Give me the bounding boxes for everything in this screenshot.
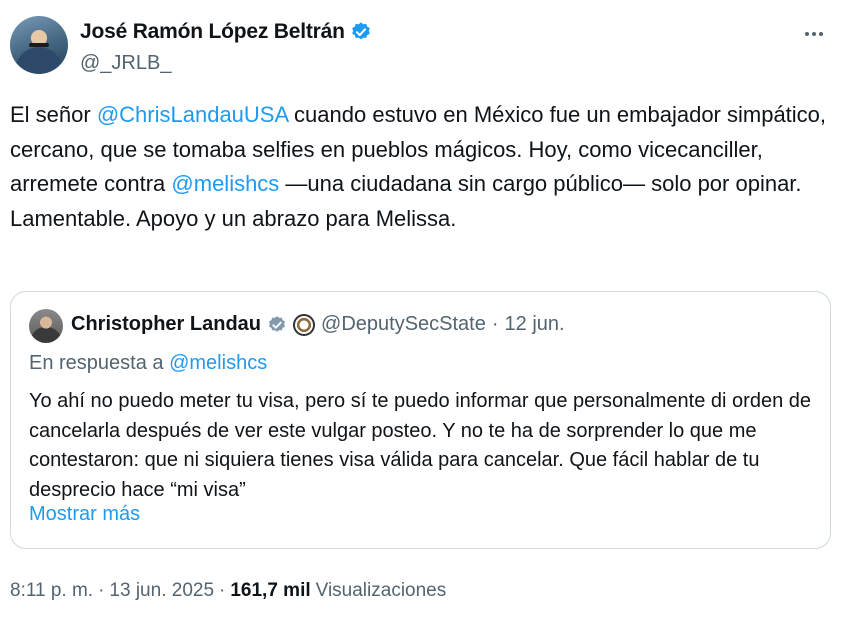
quoted-author-name[interactable]: Christopher Landau — [71, 313, 261, 336]
more-options-icon[interactable] — [799, 22, 829, 46]
verified-badge-icon — [351, 22, 370, 40]
mention-link[interactable]: @melishcs — [171, 171, 279, 196]
quoted-tweet-text: Yo ahí no puedo meter tu visa, pero sí t… — [29, 390, 811, 501]
verified-badge-icon — [269, 315, 286, 332]
reply-to-line: En respuesta a @melishcs — [29, 352, 267, 375]
quoted-tweet-date[interactable]: 12 jun. — [505, 313, 565, 336]
tweet-text-segment: El señor — [10, 102, 97, 127]
tweet-metadata: 8:11 p. m. · 13 jun. 2025 · 161,7 mil Vi… — [10, 580, 446, 602]
tweet-date[interactable]: 13 jun. 2025 — [109, 580, 214, 602]
separator-dot: · — [491, 313, 499, 335]
author-avatar[interactable] — [10, 16, 68, 74]
tweet-text: El señor @ChrisLandauUSA cuando estuvo e… — [10, 98, 833, 236]
tweet-header: José Ramón López Beltrán @_JRLB_ — [10, 16, 833, 80]
quoted-author-handle[interactable]: @DeputySecState — [321, 313, 486, 336]
quoted-tweet-header: Christopher Landau @DeputySecState · 12 … — [71, 313, 565, 336]
author-handle[interactable]: @_JRLB_ — [80, 52, 171, 75]
government-seal-icon — [293, 313, 316, 336]
author-display-name[interactable]: José Ramón López Beltrán — [80, 20, 345, 44]
views-count: 161,7 mil — [230, 580, 311, 601]
reply-to-mention[interactable]: @melishcs — [169, 352, 267, 374]
reply-to-label: En respuesta a — [29, 352, 170, 374]
separator-dot: · — [219, 580, 226, 601]
separator-dot: · — [98, 580, 105, 601]
mention-link[interactable]: @ChrisLandauUSA — [97, 102, 288, 127]
views-label: Visualizaciones — [315, 580, 447, 601]
show-more-link[interactable]: Mostrar más — [29, 503, 140, 526]
author-name-row: José Ramón López Beltrán — [80, 20, 372, 44]
quoted-author-avatar[interactable] — [29, 309, 63, 343]
quoted-tweet[interactable]: Christopher Landau @DeputySecState · 12 … — [10, 291, 831, 549]
tweet-time[interactable]: 8:11 p. m. — [10, 580, 93, 602]
